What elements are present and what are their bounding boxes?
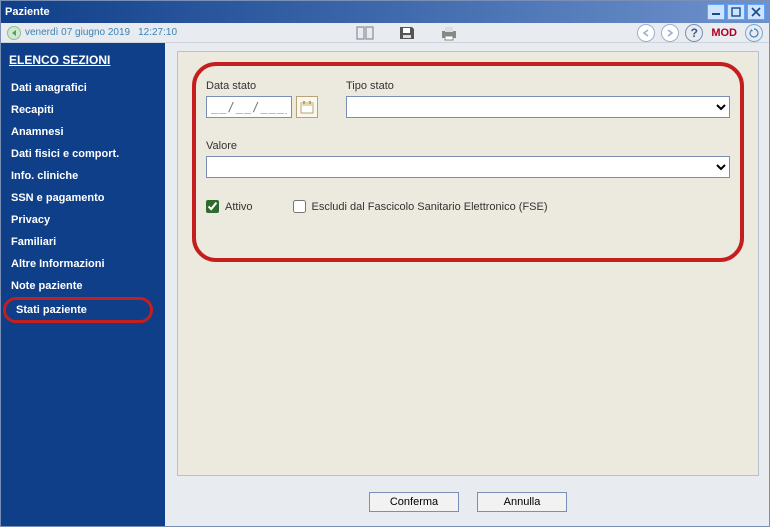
attivo-checkbox[interactable]: Attivo: [206, 200, 253, 213]
toolbar-book-button[interactable]: [352, 24, 378, 42]
minimize-icon: [711, 8, 721, 16]
valore-group: Valore: [206, 140, 730, 178]
restore-icon: [731, 7, 741, 17]
arrow-left-icon: [641, 28, 651, 38]
cancel-button[interactable]: Annulla: [477, 492, 567, 512]
back-icon[interactable]: [7, 26, 21, 40]
fse-input[interactable]: [293, 200, 306, 213]
status-bar: venerdì 07 giugno 2019 12:27:10: [1, 23, 769, 43]
sidebar-item-recapiti[interactable]: Recapiti: [9, 99, 159, 121]
sidebar-item-privacy[interactable]: Privacy: [9, 209, 159, 231]
sidebar-title: ELENCO SEZIONI: [9, 53, 159, 67]
window-title: Paziente: [5, 6, 50, 18]
minimize-button[interactable]: [707, 4, 725, 20]
tipo-stato-label: Tipo stato: [346, 80, 730, 92]
close-icon: [751, 7, 761, 17]
restore-button[interactable]: [727, 4, 745, 20]
floppy-icon: [398, 25, 416, 41]
close-button[interactable]: [747, 4, 765, 20]
app-window: Paziente venerdì 07 giugno 2019 12:27:10: [0, 0, 770, 527]
toolbar-save-button[interactable]: [394, 24, 420, 42]
nav-prev-button[interactable]: [637, 24, 655, 42]
data-stato-label: Data stato: [206, 80, 326, 92]
help-icon: ?: [691, 26, 698, 40]
fse-checkbox[interactable]: Escludi dal Fascicolo Sanitario Elettron…: [293, 200, 548, 213]
mod-label: MOD: [711, 27, 737, 39]
sidebar-item-stati-paziente[interactable]: Stati paziente: [3, 297, 153, 323]
sidebar-item-info-cliniche[interactable]: Info. cliniche: [9, 165, 159, 187]
calendar-button[interactable]: [296, 96, 318, 118]
tipo-stato-select[interactable]: [346, 96, 730, 118]
sidebar-item-familiari[interactable]: Familiari: [9, 231, 159, 253]
sidebar-item-anamnesi[interactable]: Anamnesi: [9, 121, 159, 143]
sidebar-item-dati-anagrafici[interactable]: Dati anagrafici: [9, 77, 159, 99]
refresh-button[interactable]: [745, 24, 763, 42]
nav-next-button[interactable]: [661, 24, 679, 42]
sidebar-item-dati-fisici[interactable]: Dati fisici e comport.: [9, 143, 159, 165]
sidebar-item-ssn[interactable]: SSN e pagamento: [9, 187, 159, 209]
body: ELENCO SEZIONI Dati anagrafici Recapiti …: [1, 43, 769, 526]
status-time: 12:27:10: [138, 27, 177, 38]
arrow-right-icon: [665, 28, 675, 38]
confirm-button[interactable]: Conferma: [369, 492, 459, 512]
button-row: Conferma Annulla: [177, 486, 759, 518]
sidebar-item-altre-info[interactable]: Altre Informazioni: [9, 253, 159, 275]
data-stato-input[interactable]: [206, 96, 292, 118]
sidebar-item-note-paziente[interactable]: Note paziente: [9, 275, 159, 297]
form-panel: Data stato: [177, 51, 759, 476]
printer-icon: [439, 25, 459, 41]
toolbar-print-button[interactable]: [436, 24, 462, 42]
fse-label: Escludi dal Fascicolo Sanitario Elettron…: [312, 201, 548, 213]
calendar-icon: [300, 100, 314, 114]
form-inner: Data stato: [206, 80, 730, 213]
attivo-input[interactable]: [206, 200, 219, 213]
data-stato-group: Data stato: [206, 80, 326, 118]
help-button[interactable]: ?: [685, 24, 703, 42]
refresh-icon: [748, 27, 760, 39]
tipo-stato-group: Tipo stato: [346, 80, 730, 118]
attivo-label: Attivo: [225, 201, 253, 213]
status-date: venerdì 07 giugno 2019: [25, 27, 130, 38]
titlebar: Paziente: [1, 1, 769, 23]
content-area: Data stato: [165, 43, 769, 526]
sidebar: ELENCO SEZIONI Dati anagrafici Recapiti …: [1, 43, 165, 526]
valore-select[interactable]: [206, 156, 730, 178]
valore-label: Valore: [206, 140, 730, 152]
book-icon: [355, 25, 375, 41]
